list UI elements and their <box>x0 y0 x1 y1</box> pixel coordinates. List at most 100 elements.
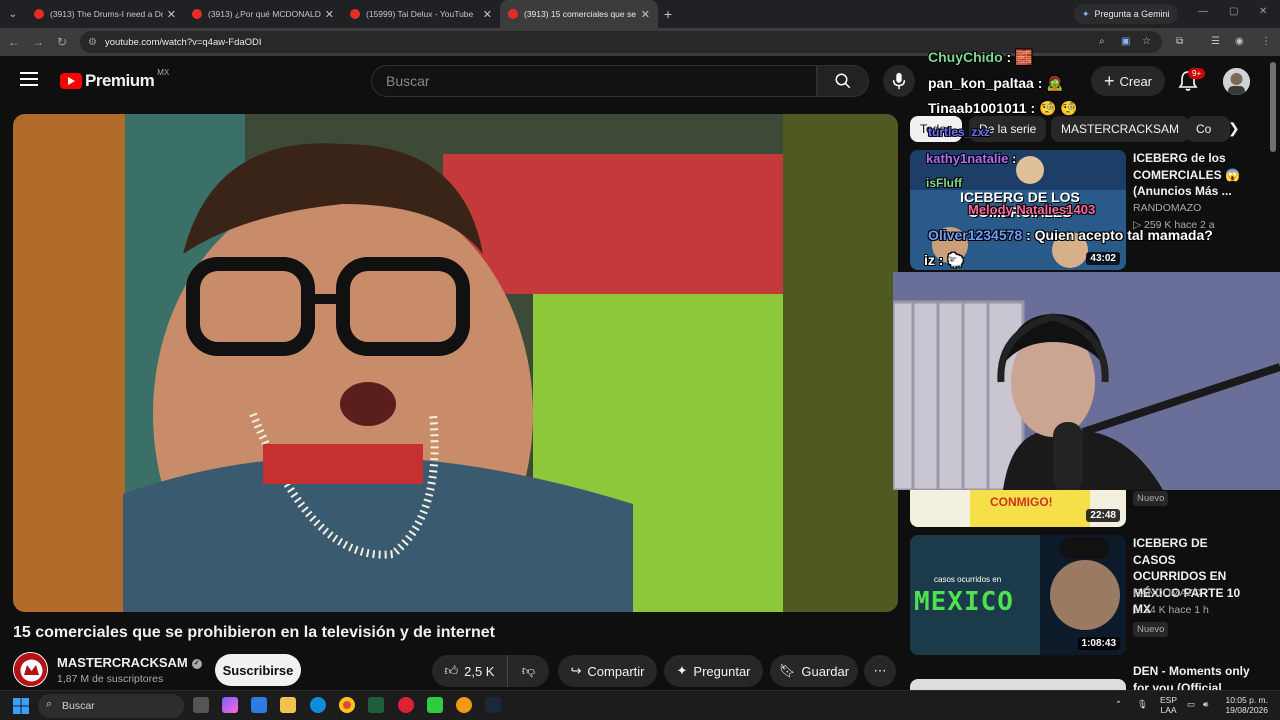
windows-start-icon[interactable] <box>13 698 29 714</box>
video-thumbnail[interactable]: CONMIGO! 22:48 <box>910 490 1126 527</box>
create-label: Crear <box>1119 73 1153 89</box>
close-tab-icon[interactable]: ✕ <box>167 8 176 21</box>
close-tab-icon[interactable]: ✕ <box>483 8 492 21</box>
more-menu-icon[interactable]: ⋮ <box>1261 36 1271 47</box>
taskbar-search-label: Buscar <box>62 700 95 712</box>
browser-tab-3[interactable]: (15999) Tai Delux - YouTube ✕ <box>342 0 500 28</box>
channel-name-text: MASTERCRACKSAM <box>57 655 188 670</box>
chip-all[interactable]: Todos <box>910 116 963 142</box>
minimize-icon[interactable]: — <box>1198 6 1208 17</box>
youtube-premium-logo[interactable]: Premium MX <box>60 68 169 91</box>
app-icon[interactable] <box>456 697 472 713</box>
clock[interactable]: 10:05 p. m. 19/08/2026 <box>1224 695 1268 715</box>
tab-title: (3913) ¿Por qué MCDONALD'S <box>208 9 321 19</box>
reading-list-icon[interactable]: ☰ <box>1211 36 1220 47</box>
recommendation-item[interactable]: ICEBERG DE LOS COMERCIALES 43:02 ICEBERG… <box>910 150 1250 270</box>
youtube-play-icon <box>60 73 82 89</box>
channel-name[interactable]: RANDOMAZO <box>1133 587 1201 599</box>
bookmark-star-icon[interactable]: ☆ <box>1142 36 1151 47</box>
chip-from-series[interactable]: De la serie <box>969 116 1047 142</box>
channel-name[interactable]: RANDOMAZO <box>1133 202 1201 214</box>
close-tab-icon[interactable]: ✕ <box>641 8 650 21</box>
app-icon[interactable] <box>398 697 414 713</box>
search-input[interactable]: Buscar <box>371 65 817 97</box>
close-tab-icon[interactable]: ✕ <box>325 8 334 21</box>
share-button[interactable]: ↪ Compartir <box>558 655 657 687</box>
verified-check-icon: ✓ <box>191 658 202 669</box>
language-indicator[interactable]: ESP LAA <box>1160 695 1177 715</box>
more-actions-button[interactable]: ⋯ <box>864 655 896 687</box>
video-thumbnail[interactable]: ICEBERG DE LOS COMERCIALES 43:02 <box>910 150 1126 270</box>
tab-search-icon[interactable]: ⌄ <box>0 0 26 28</box>
edge-icon[interactable] <box>310 697 326 713</box>
new-badge: Nuevo <box>1133 622 1169 637</box>
app-icon[interactable] <box>368 697 384 713</box>
bookmark-icon: 🔖︎ <box>778 663 796 678</box>
back-icon[interactable]: ← <box>2 35 26 49</box>
streamer-webcam-overlay <box>893 272 1280 490</box>
browser-tab-2[interactable]: (3913) ¿Por qué MCDONALD'S ✕ <box>184 0 342 28</box>
forward-icon[interactable]: → <box>26 35 50 49</box>
app-icon[interactable] <box>427 697 443 713</box>
browser-tab-4-active[interactable]: (3913) 15 comerciales que se p ✕ <box>500 0 658 28</box>
video-duration: 43:02 <box>1086 252 1120 265</box>
file-explorer-icon[interactable] <box>280 697 296 713</box>
like-button[interactable]: 👍︎ 2,5 K <box>432 655 507 687</box>
voice-search-button[interactable] <box>883 65 915 97</box>
youtube-favicon-icon <box>192 9 202 19</box>
microphone-icon[interactable]: 🎙︎ <box>1137 699 1148 709</box>
chip-more[interactable]: Co <box>1186 116 1230 142</box>
taskbar-search[interactable]: ⌕ Buscar <box>38 694 184 718</box>
channel-name[interactable]: MASTERCRACKSAM ✓ <box>57 655 202 670</box>
copilot-icon[interactable] <box>222 697 238 713</box>
video-duration: 22:48 <box>1086 509 1120 522</box>
steam-icon[interactable] <box>485 697 501 713</box>
chevron-right-icon[interactable]: ❯ <box>1228 120 1240 137</box>
channel-avatar[interactable] <box>13 652 48 687</box>
recommendation-item[interactable]: DEN - Moments only for you (Official Vid… <box>910 663 1250 690</box>
video-thumbnail[interactable]: casos ocurridos en MEXICO 1:08:43 <box>910 535 1126 655</box>
profile-icon[interactable]: ◉ <box>1235 36 1244 47</box>
maximize-icon[interactable]: ▢ <box>1229 6 1238 17</box>
video-thumbnail[interactable] <box>910 679 1126 690</box>
browser-tab-1[interactable]: (3913) The Drums-I need a Doc ✕ <box>26 0 184 28</box>
page-scrollbar[interactable] <box>1270 62 1276 152</box>
dislike-button[interactable]: 👎︎ <box>507 655 549 687</box>
subscribe-button[interactable]: Suscribirse <box>215 654 301 686</box>
zoom-icon[interactable]: ⌕ <box>1099 36 1105 47</box>
tab-title: (15999) Tai Delux - YouTube <box>366 9 474 19</box>
account-avatar[interactable] <box>1223 68 1250 95</box>
save-label: Guardar <box>801 663 850 679</box>
address-bar[interactable]: ⚙ youtube.com/watch?v=q4aw-FdaODI <box>80 31 1162 53</box>
search-button[interactable] <box>817 65 869 97</box>
create-button[interactable]: + Crear <box>1091 66 1165 96</box>
site-info-icon[interactable]: ⚙ <box>88 37 97 48</box>
cast-icon[interactable]: ▣ <box>1121 36 1130 47</box>
video-title[interactable]: DEN - Moments only for you (Official Vid… <box>1133 663 1250 690</box>
recommendation-item[interactable]: CONMIGO! 22:48 Nuevo <box>910 490 1250 527</box>
volume-icon[interactable]: 🔊︎ <box>1203 699 1208 709</box>
network-icon[interactable]: ▭ <box>1187 699 1195 709</box>
hamburger-menu-icon[interactable] <box>20 72 38 86</box>
thumbs-down-icon: 👎︎ <box>521 663 536 678</box>
ask-button[interactable]: ✦ Preguntar <box>664 655 763 687</box>
video-title: 15 comerciales que se prohibieron en la … <box>13 624 495 641</box>
tray-overflow-icon[interactable]: ⌃ <box>1115 699 1122 709</box>
save-button[interactable]: 🔖︎ Guardar <box>770 655 858 687</box>
store-icon[interactable] <box>251 697 267 713</box>
task-view-icon[interactable] <box>193 697 209 713</box>
tab-title: (3913) The Drums-I need a Doc <box>50 9 163 19</box>
video-title[interactable]: ICEBERG de los COMERCIALES 😱 (Anuncios M… <box>1133 150 1251 200</box>
recommendation-item[interactable]: casos ocurridos en MEXICO 1:08:43 ICEBER… <box>910 535 1250 655</box>
search-icon <box>835 73 851 89</box>
gemini-label: Pregunta a Gemini <box>1094 9 1170 19</box>
close-window-icon[interactable]: ✕ <box>1259 6 1267 17</box>
video-player[interactable] <box>13 114 898 612</box>
gemini-button[interactable]: ✦ Pregunta a Gemini <box>1074 4 1178 24</box>
chip-channel[interactable]: MASTERCRACKSAM <box>1051 116 1190 142</box>
chrome-icon[interactable] <box>339 697 355 713</box>
extensions-icon[interactable]: ⧉ <box>1176 36 1183 47</box>
date: 19/08/2026 <box>1225 705 1268 715</box>
reload-icon[interactable]: ↻ <box>50 35 74 49</box>
new-tab-icon[interactable]: + <box>658 6 678 22</box>
